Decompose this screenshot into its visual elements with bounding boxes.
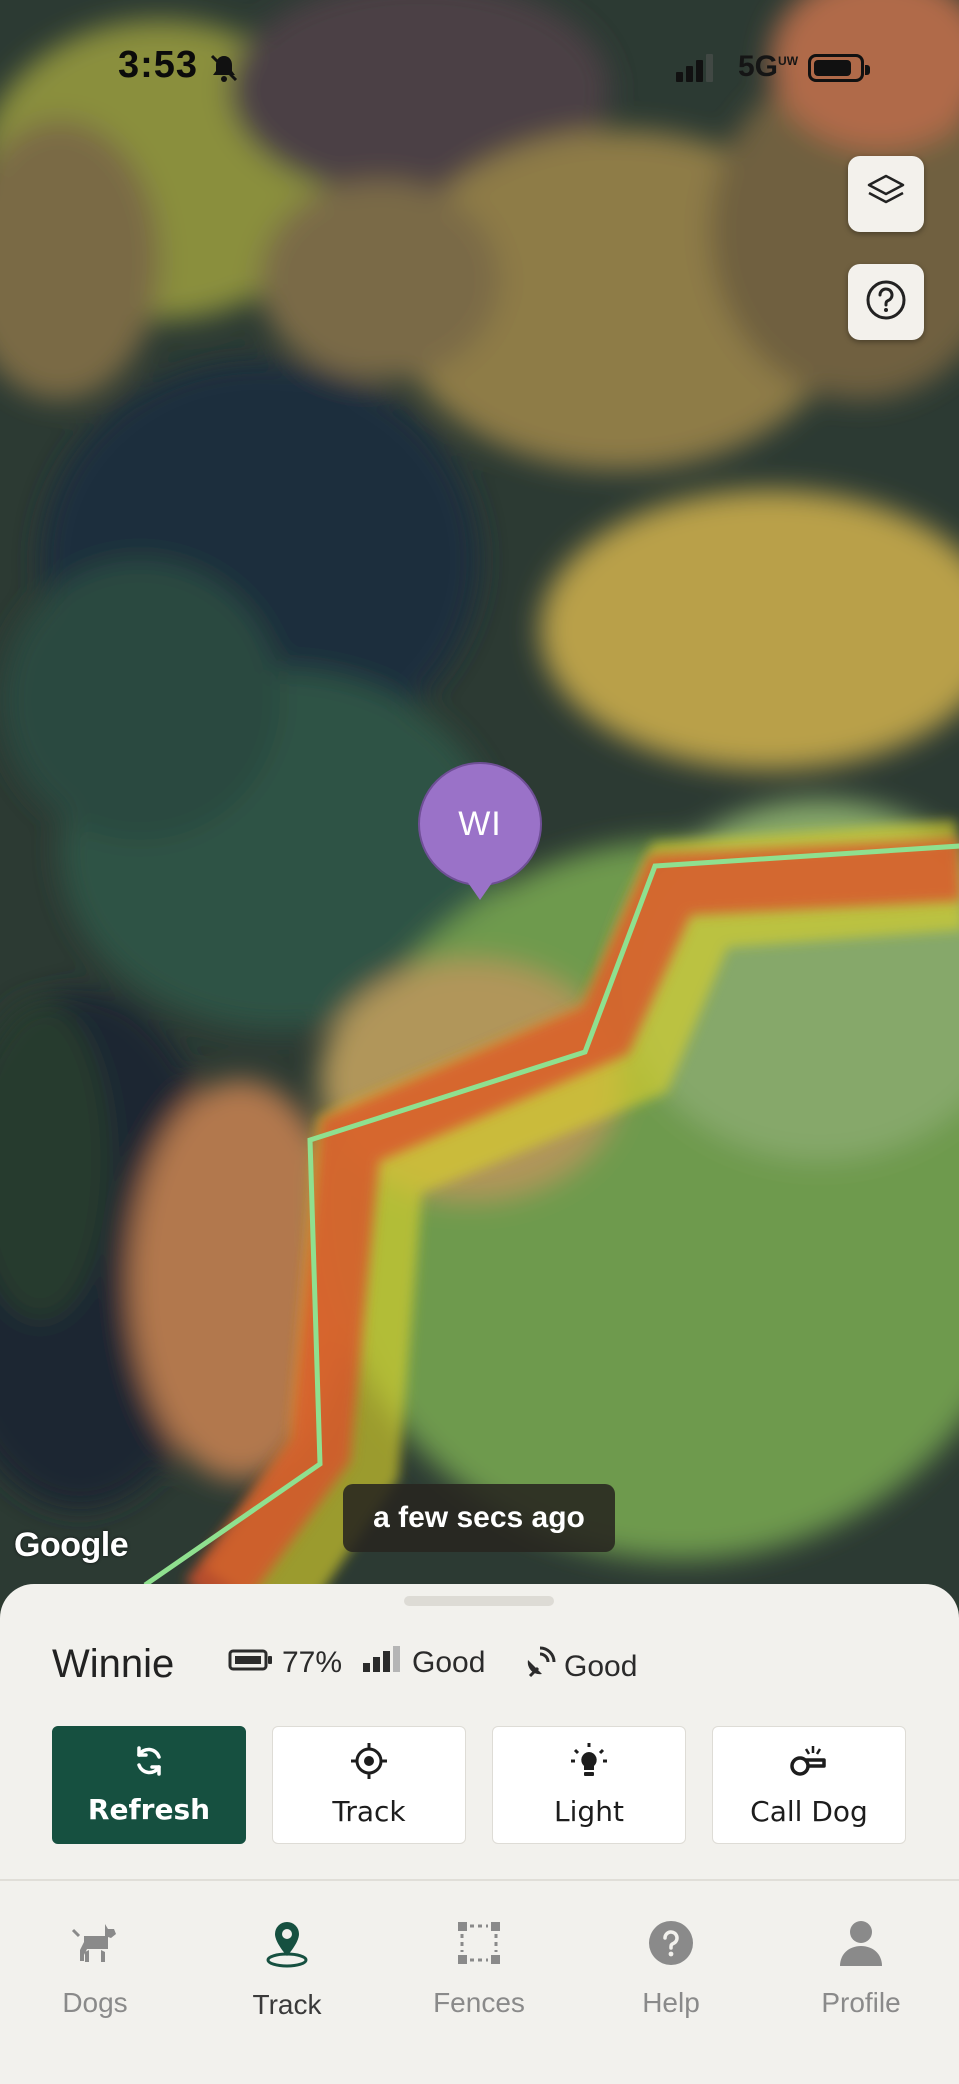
battery-percent: 77%: [282, 1646, 343, 1679]
refresh-label: Refresh: [87, 1793, 211, 1826]
dog-icon: [71, 1920, 119, 1987]
map-layers-button[interactable]: [848, 156, 924, 232]
sheet-drag-handle[interactable]: [404, 1596, 554, 1606]
dog-location-marker[interactable]: WI: [418, 762, 542, 908]
tab-track-label: Track: [252, 1989, 322, 2020]
satellite-map[interactable]: 3:53 5GUW WI Google a few secs ago: [0, 0, 959, 1600]
tab-help[interactable]: Help: [576, 1920, 766, 2019]
refresh-icon: [132, 1744, 166, 1793]
gps-status: Good: [564, 1650, 638, 1683]
map-help-button[interactable]: [848, 264, 924, 340]
satellite-icon: [522, 1646, 564, 1688]
track-button[interactable]: Track: [272, 1726, 466, 1844]
collar-signal: Good: [362, 1646, 485, 1680]
track-label: Track: [332, 1795, 406, 1828]
status-time: 3:53: [118, 44, 199, 86]
fence-icon: [456, 1920, 502, 1987]
battery-icon: [228, 1646, 282, 1680]
dog-name: Winnie: [52, 1642, 175, 1686]
whistle-icon: [789, 1742, 829, 1795]
collar-battery: 77%: [228, 1646, 342, 1680]
tab-fences[interactable]: Fences: [384, 1920, 574, 2019]
cellular-signal-icon: [676, 54, 716, 87]
tabbar-divider: [0, 1879, 959, 1881]
tab-dogs[interactable]: Dogs: [0, 1920, 190, 2019]
tab-track[interactable]: Track: [192, 1920, 382, 2021]
marker-label: WI: [458, 804, 502, 843]
lightbulb-icon: [570, 1742, 608, 1795]
network-type: 5GUW: [738, 50, 799, 83]
tab-help-label: Help: [642, 1987, 700, 2018]
location-pin-icon: [264, 1920, 310, 1989]
layers-icon: [865, 171, 907, 218]
status-bar: 3:53 5GUW: [0, 0, 959, 140]
battery-icon: [808, 54, 870, 82]
tab-profile-label: Profile: [821, 1987, 901, 2018]
signal-bars-icon: [362, 1646, 412, 1680]
collar-gps: Good: [522, 1646, 637, 1688]
action-buttons: Refresh Track Light Call Dog: [52, 1726, 907, 1844]
crosshair-icon: [350, 1742, 388, 1795]
light-button[interactable]: Light: [492, 1726, 686, 1844]
google-attribution: Google: [14, 1526, 129, 1564]
help-icon: [648, 1920, 694, 1987]
bottom-tab-bar: Dogs Track Fences Help Profile: [0, 1884, 959, 2084]
call-dog-label: Call Dog: [750, 1795, 868, 1828]
signal-status: Good: [412, 1646, 486, 1679]
tab-dogs-label: Dogs: [62, 1987, 128, 2018]
question-circle-icon: [864, 278, 908, 327]
last-update-toast: a few secs ago: [343, 1484, 615, 1552]
dog-info-sheet: Winnie 77% Good Good Refresh Track Light…: [0, 1584, 959, 2084]
tab-fences-label: Fences: [433, 1987, 525, 2018]
tab-profile[interactable]: Profile: [766, 1920, 956, 2019]
bell-muted-icon: [208, 52, 240, 89]
call-dog-button[interactable]: Call Dog: [712, 1726, 906, 1844]
light-label: Light: [554, 1795, 624, 1828]
refresh-button[interactable]: Refresh: [52, 1726, 246, 1844]
person-icon: [838, 1920, 884, 1987]
